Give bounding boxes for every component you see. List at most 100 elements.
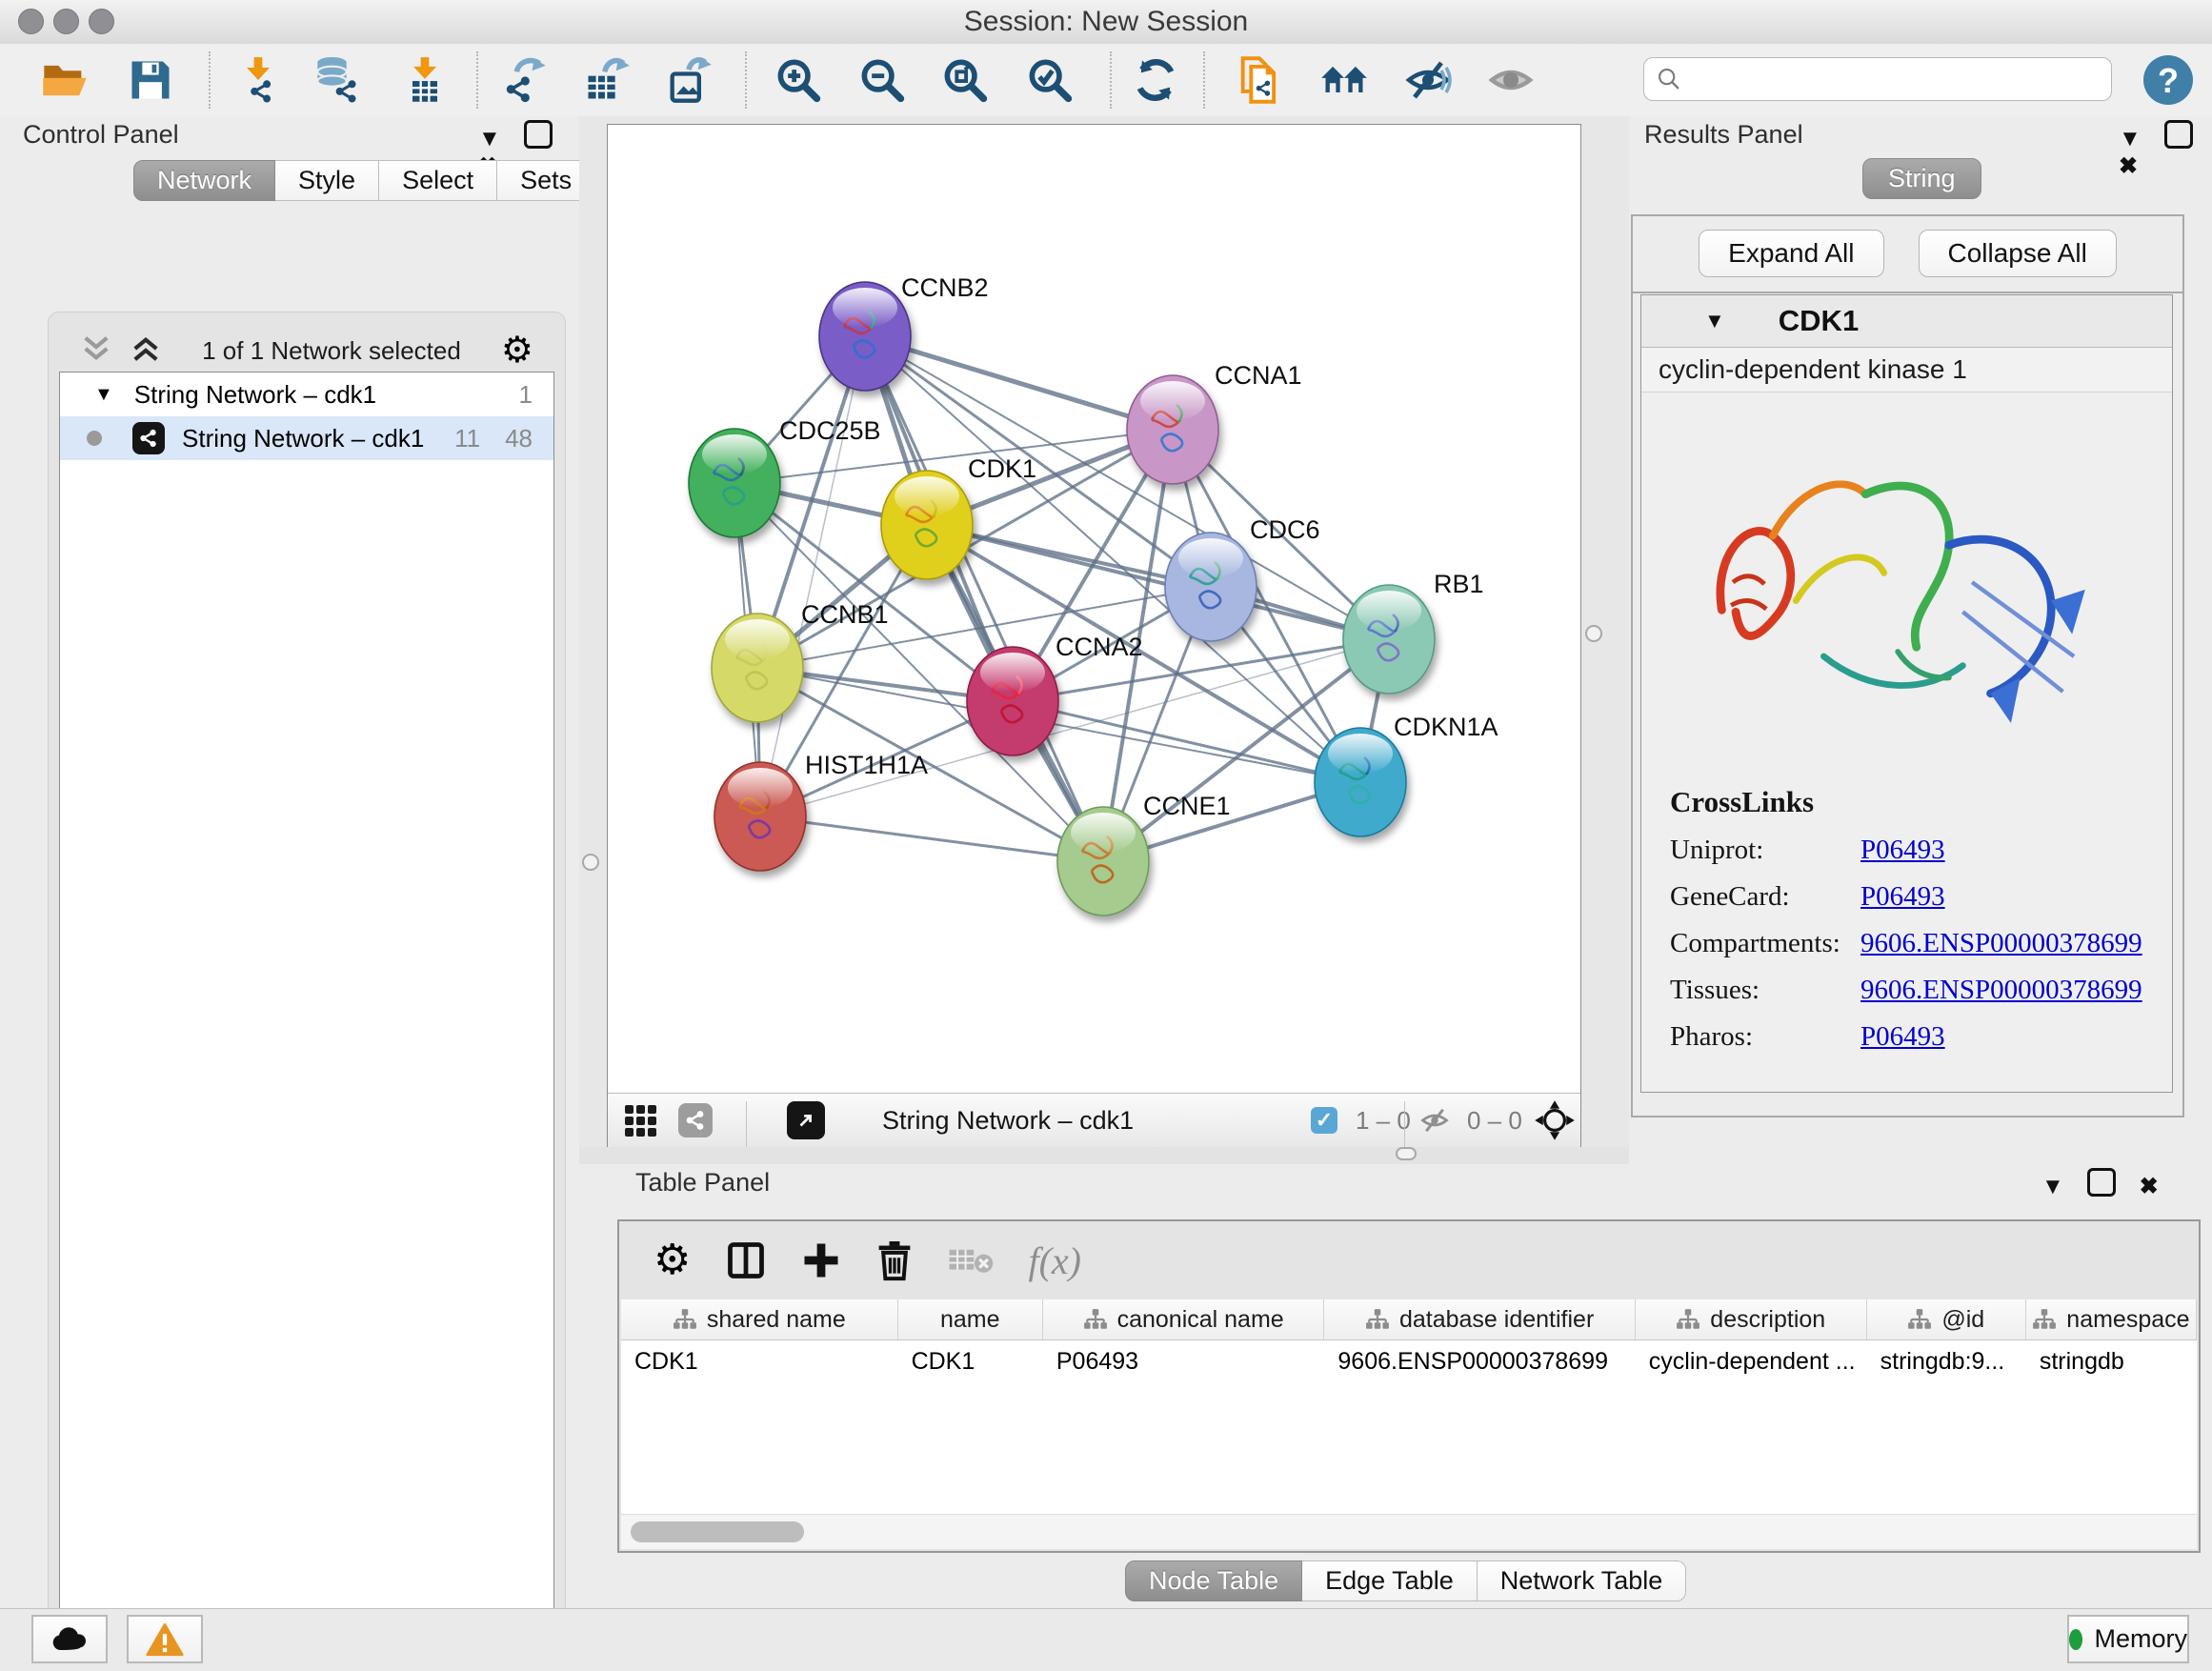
zoom-in-icon[interactable] [772, 53, 825, 107]
show-all-icon[interactable] [1484, 53, 1538, 107]
tab-node-table[interactable]: Node Table [1125, 1560, 1302, 1601]
table-cell[interactable]: stringdb:9... [1867, 1340, 2026, 1382]
function-builder-icon[interactable]: f(x) [1028, 1238, 1081, 1283]
cloud-button[interactable] [31, 1615, 108, 1663]
selected-checkbox[interactable]: ✓ [1311, 1094, 1337, 1147]
network-options-gear-icon[interactable]: ⚙ [501, 336, 533, 365]
export-network-icon[interactable] [498, 53, 552, 107]
network-node-RB1[interactable] [1343, 585, 1435, 694]
crosslink-link[interactable]: P06493 [1860, 835, 1945, 866]
network-edge[interactable] [865, 336, 1173, 430]
hidden-eye-icon[interactable] [1418, 1094, 1452, 1147]
column-header-description[interactable]: description [1636, 1299, 1867, 1339]
save-session-icon[interactable] [124, 53, 177, 107]
results-tab-string[interactable]: String [1862, 158, 1981, 199]
network-node-HIST1H1A[interactable] [714, 762, 806, 871]
collection-expand-icon[interactable]: ▼ [94, 384, 113, 406]
network-collection-row[interactable]: ▼ String Network – cdk1 1 [60, 372, 553, 416]
network-node-CCNB2[interactable] [819, 282, 911, 391]
network-node-CCNA1[interactable] [1127, 375, 1218, 484]
protein-card-header[interactable]: ▼ CDK1 [1641, 295, 2172, 348]
float-panel-icon[interactable]: ▼ [2041, 1174, 2064, 1200]
memory-button[interactable]: Memory [2067, 1615, 2189, 1663]
network-edge[interactable] [760, 816, 1103, 861]
maximize-panel-icon[interactable] [2164, 120, 2193, 149]
close-panel-icon[interactable]: ✖ [2119, 152, 2138, 180]
network-node-CCNE1[interactable] [1057, 807, 1149, 916]
table-cell[interactable]: 9606.ENSP00000378699 [1324, 1340, 1635, 1382]
tab-select[interactable]: Select [379, 160, 497, 201]
delete-table-icon[interactable] [948, 1243, 994, 1278]
navigator-icon[interactable] [1534, 1094, 1576, 1147]
fit-content-icon[interactable] [938, 53, 992, 107]
close-panel-icon[interactable]: ✖ [2140, 1173, 2159, 1200]
table-cell[interactable]: stringdb [2026, 1340, 2197, 1382]
import-network-from-database-icon[interactable] [312, 53, 365, 107]
help-button[interactable]: ? [2143, 55, 2193, 105]
zoom-selected-icon[interactable] [1023, 53, 1076, 107]
right-splitter-handle[interactable] [1585, 625, 1602, 642]
network-row[interactable]: String Network – cdk1 11 48 [60, 416, 553, 460]
tab-network-table[interactable]: Network Table [1478, 1560, 1687, 1601]
expand-all-networks-icon[interactable] [130, 334, 162, 368]
float-panel-icon[interactable]: ▼ [2119, 126, 2142, 152]
table-cell[interactable]: P06493 [1043, 1340, 1325, 1382]
delete-column-icon[interactable] [875, 1239, 914, 1281]
column-header-name[interactable]: name [898, 1299, 1043, 1339]
maximize-panel-icon[interactable] [2087, 1168, 2116, 1197]
expand-all-button[interactable]: Expand All [1699, 230, 1883, 277]
left-splitter-handle[interactable] [582, 854, 599, 871]
import-table-from-file-icon[interactable] [398, 53, 452, 107]
network-node-CCNB1[interactable] [712, 614, 803, 722]
maximize-panel-icon[interactable] [524, 120, 553, 149]
zoom-out-icon[interactable] [855, 53, 909, 107]
network-edge[interactable] [865, 336, 1103, 861]
add-column-icon[interactable] [801, 1240, 841, 1280]
table-settings-gear-icon[interactable]: ⚙ [654, 1241, 691, 1279]
table-cell[interactable]: cyclin-dependent ... [1636, 1340, 1867, 1382]
grid-view-icon[interactable] [625, 1094, 656, 1147]
split-columns-icon[interactable] [725, 1239, 767, 1281]
search-input[interactable] [1692, 64, 2100, 95]
apply-preferred-layout-icon[interactable] [1129, 53, 1182, 107]
column-header-shared-name[interactable]: shared name [621, 1299, 898, 1339]
column-header-database-identifier[interactable]: database identifier [1324, 1299, 1635, 1339]
table-horizontal-scrollbar[interactable] [621, 1514, 2197, 1549]
table-cell[interactable]: CDK1 [898, 1340, 1043, 1382]
import-network-from-file-icon[interactable] [231, 53, 285, 107]
tab-network[interactable]: Network [133, 160, 275, 201]
crosslink-link[interactable]: P06493 [1860, 1021, 1945, 1053]
first-neighbors-icon[interactable] [1317, 53, 1371, 107]
scrollbar-thumb[interactable] [631, 1521, 804, 1542]
network-node-CDC6[interactable] [1165, 533, 1257, 641]
divider-handle[interactable] [1396, 1147, 1417, 1160]
crosslink-link[interactable]: 9606.ENSP00000378699 [1860, 928, 2142, 959]
hide-selected-icon[interactable] [1401, 53, 1455, 107]
tab-edge-table[interactable]: Edge Table [1302, 1560, 1478, 1601]
export-table-icon[interactable] [580, 53, 633, 107]
network-canvas[interactable]: CCNB2CCNA1CDC25BCDK1CDC6RB1CCNB1CCNA2CDK… [608, 125, 1580, 1093]
network-edge[interactable] [760, 336, 865, 816]
network-node-CCNA2[interactable] [967, 647, 1058, 755]
table-cell[interactable]: CDK1 [621, 1340, 898, 1382]
crosslink-link[interactable]: P06493 [1860, 881, 1945, 913]
collapse-all-networks-icon[interactable] [80, 334, 112, 368]
column-header-canonical-name[interactable]: canonical name [1043, 1299, 1325, 1339]
share-view-icon[interactable] [678, 1094, 713, 1147]
collapse-all-button[interactable]: Collapse All [1919, 230, 2117, 277]
network-node-CDKN1A[interactable] [1315, 728, 1406, 836]
crosslink-link[interactable]: 9606.ENSP00000378699 [1860, 975, 2142, 1006]
network-node-CDC25B[interactable] [689, 429, 780, 537]
warning-button[interactable] [127, 1615, 203, 1663]
collapse-protein-icon[interactable]: ▼ [1704, 309, 1725, 333]
table-row[interactable]: CDK1CDK1P064939606.ENSP00000378699cyclin… [621, 1340, 2197, 1382]
export-image-icon[interactable] [662, 53, 715, 107]
column-header-namespace[interactable]: namespace [2026, 1299, 2197, 1339]
new-network-from-selection-icon[interactable] [1233, 53, 1286, 107]
tab-style[interactable]: Style [275, 160, 379, 201]
network-node-CDK1[interactable] [881, 471, 973, 579]
float-panel-icon[interactable]: ▼ [478, 126, 501, 152]
open-in-window-icon[interactable] [787, 1094, 825, 1147]
column-header-@id[interactable]: @id [1867, 1299, 2026, 1339]
open-session-icon[interactable] [38, 53, 91, 107]
